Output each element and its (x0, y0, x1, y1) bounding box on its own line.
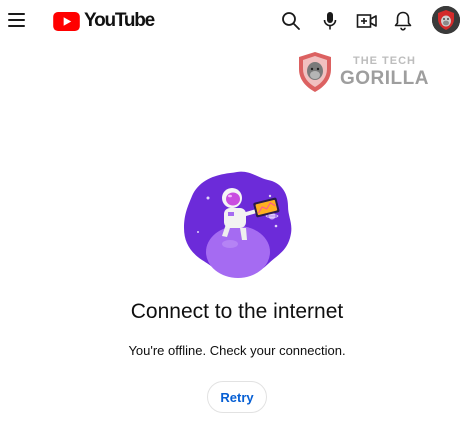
the-tech-gorilla-watermark: THE TECH GORILLA (296, 51, 436, 93)
mic-icon[interactable] (318, 9, 342, 33)
top-app-bar: YouTube (0, 0, 474, 42)
youtube-play-icon (53, 11, 80, 31)
retry-button[interactable]: Retry (207, 381, 267, 413)
youtube-wordmark: YouTube (84, 10, 155, 31)
notifications-icon[interactable] (391, 9, 415, 33)
offline-title: Connect to the internet (130, 300, 344, 323)
offline-message: You're offline. Check your connection. (128, 343, 346, 358)
youtube-logo[interactable]: YouTube (53, 9, 155, 33)
search-icon[interactable] (279, 9, 303, 33)
create-icon[interactable] (355, 9, 379, 33)
menu-icon[interactable] (8, 9, 28, 31)
gorilla-shield-logo (299, 52, 331, 92)
account-avatar[interactable] (432, 6, 460, 34)
offline-astronaut-illustration (184, 171, 292, 278)
